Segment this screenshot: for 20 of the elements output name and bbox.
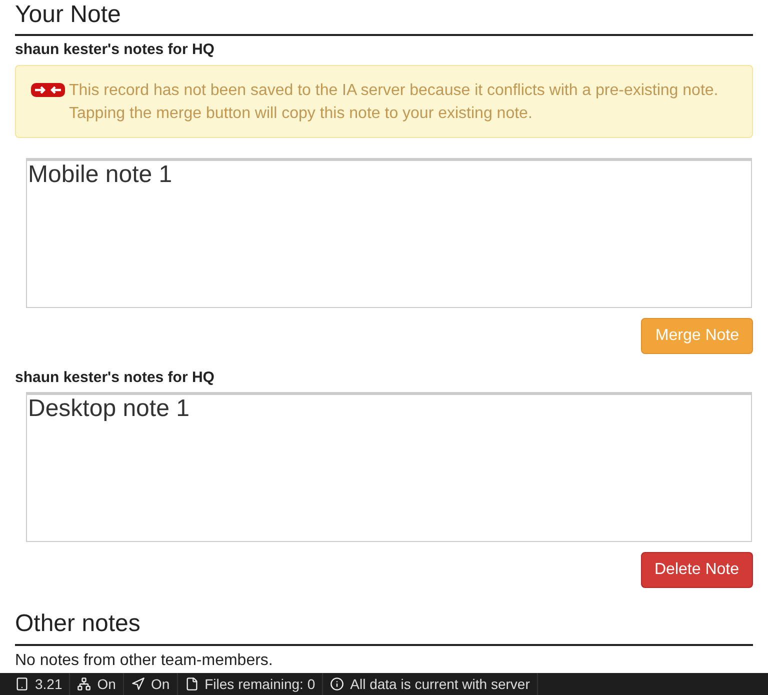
network-icon	[77, 677, 92, 691]
alert-text: This record has not been saved to the IA server because it conflicts with a pre-existing note. Tapping the merge button will copy this note to your existing note.	[69, 80, 720, 124]
notes-owner: shaun kester's notes for HQ	[15, 40, 216, 60]
section-title: Other notes	[15, 610, 753, 646]
device-icon	[15, 677, 29, 691]
delete-button[interactable]: Delete Note	[640, 552, 753, 588]
note-field[interactable]: Desktop note 1	[26, 392, 752, 542]
status-text: 3.21	[35, 674, 62, 694]
status-text: All data is current with server	[350, 674, 530, 694]
status-text: On	[150, 674, 170, 694]
conflict-icon	[31, 82, 65, 96]
page-title: Your Note	[15, 0, 753, 36]
info-icon	[330, 677, 344, 691]
file-icon	[184, 677, 199, 691]
status-text: On	[97, 674, 116, 694]
location-icon	[130, 677, 145, 691]
status-text: Files remaining: 0	[204, 674, 316, 694]
note-field[interactable]: Mobile note 1	[26, 158, 752, 308]
notes-owner: shaun kester's notes for HQ	[15, 368, 216, 388]
empty-message: No notes from other team-members.	[15, 651, 274, 671]
